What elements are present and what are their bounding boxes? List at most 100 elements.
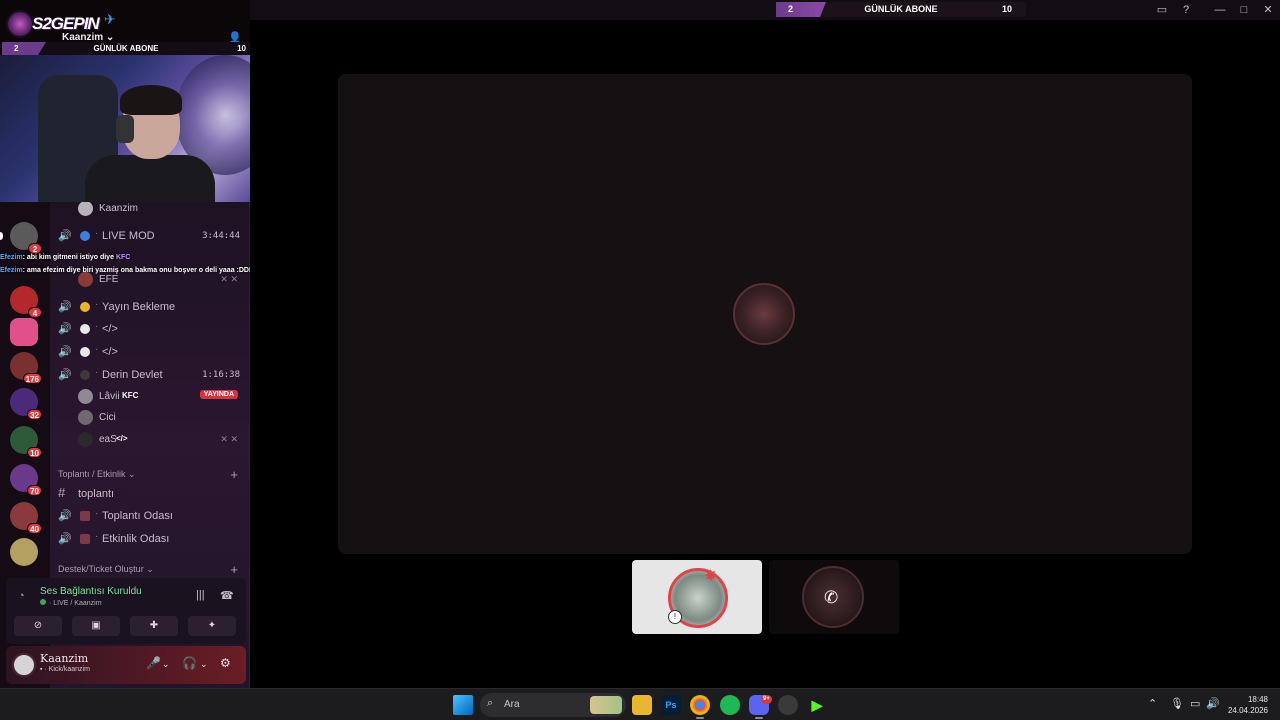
avatar xyxy=(78,432,93,447)
channel-name: </> xyxy=(102,346,118,358)
server-icon[interactable]: 2 xyxy=(0,222,42,254)
voice-user[interactable]: Kaanzim xyxy=(78,200,248,218)
server-icon[interactable]: 4 xyxy=(10,286,42,318)
soundboard-button[interactable]: ✦ xyxy=(188,616,236,636)
headphones-icon[interactable]: 🎧 xyxy=(182,656,197,670)
channel-name: Yayın Bekleme xyxy=(102,301,176,313)
voice-channel-derin-devlet[interactable]: 🔊 · Derin Devlet 1:16:38 xyxy=(58,366,248,384)
voice-channel-yayin-bekleme[interactable]: 🔊 · Yayın Bekleme xyxy=(58,298,248,316)
camera-off-button[interactable]: ⊘ xyxy=(14,616,62,636)
voice-channel-live-mod[interactable]: 🔊 · LIVE MOD 3:44:44 xyxy=(58,227,248,245)
goal-target: 10 xyxy=(1001,4,1012,14)
overlay-goal-bar: 2 GÜNLÜK ABONE 10 xyxy=(2,42,250,55)
maximize-button[interactable]: □ xyxy=(1237,3,1251,17)
settings-app-icon[interactable] xyxy=(778,695,798,715)
user-name: EFE xyxy=(99,274,119,285)
deafened-icon: ✕ ✕ xyxy=(220,434,238,444)
gear-icon[interactable]: ⚙ xyxy=(220,656,231,670)
status-dot xyxy=(80,347,90,357)
server-icon[interactable]: 70 xyxy=(10,464,42,496)
screen-share-button[interactable]: ▣ xyxy=(72,616,120,636)
file-explorer-icon[interactable] xyxy=(632,695,652,715)
channel-name: Toplantı Odası xyxy=(102,510,173,522)
add-channel-icon[interactable]: + xyxy=(230,467,238,482)
search-input[interactable]: ⌕ Ara xyxy=(480,693,626,717)
voice-status-title[interactable]: Ses Bağlantısı Kuruldu xyxy=(40,586,142,597)
clock-date: 24.04.2026 xyxy=(1227,706,1268,715)
voice-channel-code[interactable]: 🔊 · </> xyxy=(58,343,248,361)
discord-window: 2 GÜNLÜK ABONE 10 ▭ ? — □ ✕ 2 4 176 32 1… xyxy=(0,0,1280,720)
server-icon[interactable] xyxy=(10,538,38,566)
noise-suppression-icon[interactable]: ||| xyxy=(196,589,205,601)
category-support[interactable]: Destek/Ticket Oluştur ⌄ + xyxy=(58,562,240,578)
voice-user[interactable]: Lâvii KFC YAYINDA xyxy=(78,388,248,406)
photoshop-icon[interactable]: Ps xyxy=(661,695,681,715)
user-display-name[interactable]: Kaanzim xyxy=(40,652,88,665)
self-participant-tile[interactable]: ✸ ! xyxy=(632,560,762,634)
connected-dot xyxy=(40,599,46,605)
briefcase-icon xyxy=(80,511,90,521)
chevron-up-icon[interactable]: ⌃ xyxy=(1148,697,1157,710)
server-icon[interactable] xyxy=(10,318,38,346)
user-name: eaS xyxy=(99,434,117,445)
voice-user[interactable]: EFE ✕ ✕ xyxy=(78,271,248,289)
voice-user[interactable]: Cici xyxy=(78,409,248,427)
chevron-down-icon[interactable]: ⌄ xyxy=(162,659,170,670)
microphone-icon[interactable]: 🎤 xyxy=(146,656,161,670)
close-button[interactable]: ✕ xyxy=(1261,3,1275,17)
server-icon[interactable]: 176 xyxy=(10,352,42,384)
server-unread-pip xyxy=(0,232,3,240)
signal-icon[interactable]: ◔ xyxy=(18,590,25,602)
user-name: Lâvii xyxy=(99,391,120,402)
channel-name: Derin Devlet xyxy=(102,369,163,381)
server-icon[interactable]: 32 xyxy=(10,388,42,420)
active-app-indicator xyxy=(696,717,704,719)
server-badge: 10 xyxy=(27,447,42,458)
voice-channel-event-room[interactable]: 🔊 · Etkinlik Odası xyxy=(58,530,248,548)
server-icon[interactable]: 40 xyxy=(10,502,42,534)
speaker-icon: 🔊 xyxy=(58,301,72,313)
search-icon: ⌕ xyxy=(487,697,494,709)
inbox-icon[interactable]: ▭ xyxy=(1155,3,1169,17)
start-button[interactable] xyxy=(453,695,473,715)
windows-taskbar: ⌕ Ara Ps 9+ ▶ ⌃ 🎙 ▭ 🔊 18:48 24.04.2026 xyxy=(0,688,1280,720)
user-name: Cici xyxy=(99,412,116,423)
speaker-icon: 🔊 xyxy=(58,346,72,358)
voice-channel-code[interactable]: 🔊 · </> xyxy=(58,320,248,338)
status-dot xyxy=(80,231,90,241)
activities-button[interactable]: ✚ xyxy=(130,616,178,636)
user-name: Kaanzim xyxy=(99,203,138,214)
search-highlight-image xyxy=(590,696,622,714)
avatar[interactable] xyxy=(12,653,36,677)
goal-label: GÜNLÜK ABONE xyxy=(864,4,938,14)
streamer-hair xyxy=(120,85,182,115)
voice-status-subtitle[interactable]: · LIVE / Kaanzim xyxy=(40,599,102,607)
user-status: ▪ · Kick/kaanzim xyxy=(40,666,90,673)
user-tag: </> xyxy=(116,434,128,443)
speaker-icon: 🔊 xyxy=(58,230,72,242)
participant-avatar xyxy=(733,283,795,345)
minimize-button[interactable]: — xyxy=(1213,3,1227,17)
chevron-down-icon[interactable]: ⌄ xyxy=(200,659,208,670)
monitor-icon[interactable]: ▭ xyxy=(1190,697,1200,710)
subscriber-goal-bar: 2 GÜNLÜK ABONE 10 xyxy=(776,2,1026,17)
text-channel-toplanti[interactable]: # toplantı xyxy=(58,485,248,503)
spotify-icon[interactable] xyxy=(720,695,740,715)
channel-timer: 3:44:44 xyxy=(202,231,240,241)
server-icon[interactable]: 10 xyxy=(10,426,42,458)
avatar xyxy=(78,410,93,425)
category-meeting[interactable]: Toplantı / Etkinlik ⌄ + xyxy=(58,467,240,483)
help-icon[interactable]: ? xyxy=(1179,3,1193,17)
kick-icon[interactable]: ▶ xyxy=(807,695,827,715)
microphone-icon[interactable]: 🎙 xyxy=(1170,697,1184,710)
volume-icon[interactable]: 🔊 xyxy=(1206,697,1220,710)
disconnect-icon[interactable]: ☎ xyxy=(220,589,234,602)
call-participant-tile[interactable]: ✆ xyxy=(769,560,899,634)
system-clock[interactable]: 18:48 24.04.2026 xyxy=(1228,694,1268,716)
discord-icon[interactable]: 9+ xyxy=(749,695,772,715)
add-channel-icon[interactable]: + xyxy=(230,562,238,577)
voice-channel-meeting-room[interactable]: 🔊 · Toplantı Odası xyxy=(58,507,248,525)
user-panel: Kaanzim ▪ · Kick/kaanzim 🎤 ⌄ 🎧 ⌄ ⚙ xyxy=(6,646,246,684)
chrome-icon[interactable] xyxy=(690,695,710,715)
voice-user[interactable]: eaS </> ✕ ✕ xyxy=(78,431,248,449)
